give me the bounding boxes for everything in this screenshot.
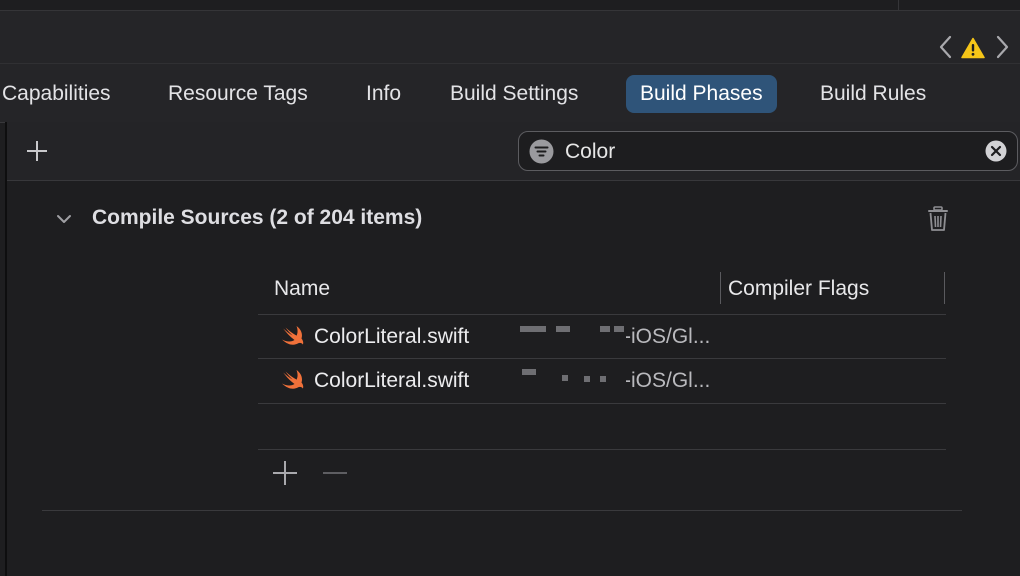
- swift-icon: [280, 325, 305, 348]
- section-title: Compile Sources (2 of 204 items): [92, 206, 423, 229]
- section-divider: [42, 510, 962, 511]
- table-footer: [258, 450, 946, 494]
- tab-resource-tags[interactable]: Resource Tags: [154, 75, 322, 113]
- chevron-down-icon[interactable]: [56, 212, 72, 228]
- plus-icon: [273, 461, 297, 485]
- column-header-name[interactable]: Name: [274, 268, 330, 314]
- chevron-right-icon[interactable]: [996, 35, 1010, 59]
- top-divider: [898, 0, 899, 10]
- build-phases-window: Capabilities Resource Tags Info Build Se…: [0, 0, 1020, 576]
- filter-search-field[interactable]: [518, 131, 1018, 171]
- column-separator[interactable]: [720, 272, 721, 304]
- editor-tabs: Capabilities Resource Tags Info Build Se…: [0, 63, 1020, 123]
- sources-table: Name Compiler Flags ColorLiteral.swift -…: [258, 268, 946, 450]
- table-row[interactable]: ColorLiteral.swift -iOS/Gl...: [258, 315, 946, 359]
- tab-build-phases[interactable]: Build Phases: [626, 75, 777, 113]
- file-name: ColorLiteral.swift: [314, 369, 470, 392]
- filter-icon[interactable]: [529, 139, 554, 164]
- chevron-left-icon[interactable]: [938, 35, 952, 59]
- plus-icon: [27, 141, 47, 161]
- table-row[interactable]: ColorLiteral.swift -iOS/Gl...: [258, 359, 946, 403]
- search-input[interactable]: [563, 136, 967, 168]
- add-file-button[interactable]: [272, 460, 298, 486]
- add-phase-button[interactable]: [25, 139, 49, 163]
- file-path: -iOS/Gl...: [624, 369, 711, 392]
- left-edge: [5, 122, 7, 576]
- phases-toolbar: [7, 122, 1020, 181]
- redacted-region: [500, 359, 626, 403]
- tab-build-settings[interactable]: Build Settings: [436, 75, 592, 113]
- column-header-compiler-flags[interactable]: Compiler Flags: [728, 268, 869, 314]
- minus-icon: [323, 472, 347, 474]
- column-separator[interactable]: [944, 272, 945, 304]
- navigation-bar: [0, 11, 1020, 63]
- tab-info[interactable]: Info: [352, 75, 415, 113]
- file-path: -iOS/Gl...: [624, 325, 711, 348]
- tab-capabilities[interactable]: Capabilities: [0, 75, 125, 113]
- remove-file-button[interactable]: [322, 460, 348, 486]
- compile-sources-header: Compile Sources (2 of 204 items): [52, 200, 962, 240]
- top-strip: [0, 0, 1020, 11]
- tab-build-rules[interactable]: Build Rules: [806, 75, 940, 113]
- clear-icon[interactable]: [985, 140, 1007, 162]
- trash-icon[interactable]: [926, 206, 950, 232]
- row-divider: [258, 403, 946, 404]
- redacted-region: [500, 315, 626, 359]
- file-name: ColorLiteral.swift: [314, 325, 470, 348]
- swift-icon: [280, 369, 305, 392]
- warning-icon[interactable]: [961, 37, 985, 59]
